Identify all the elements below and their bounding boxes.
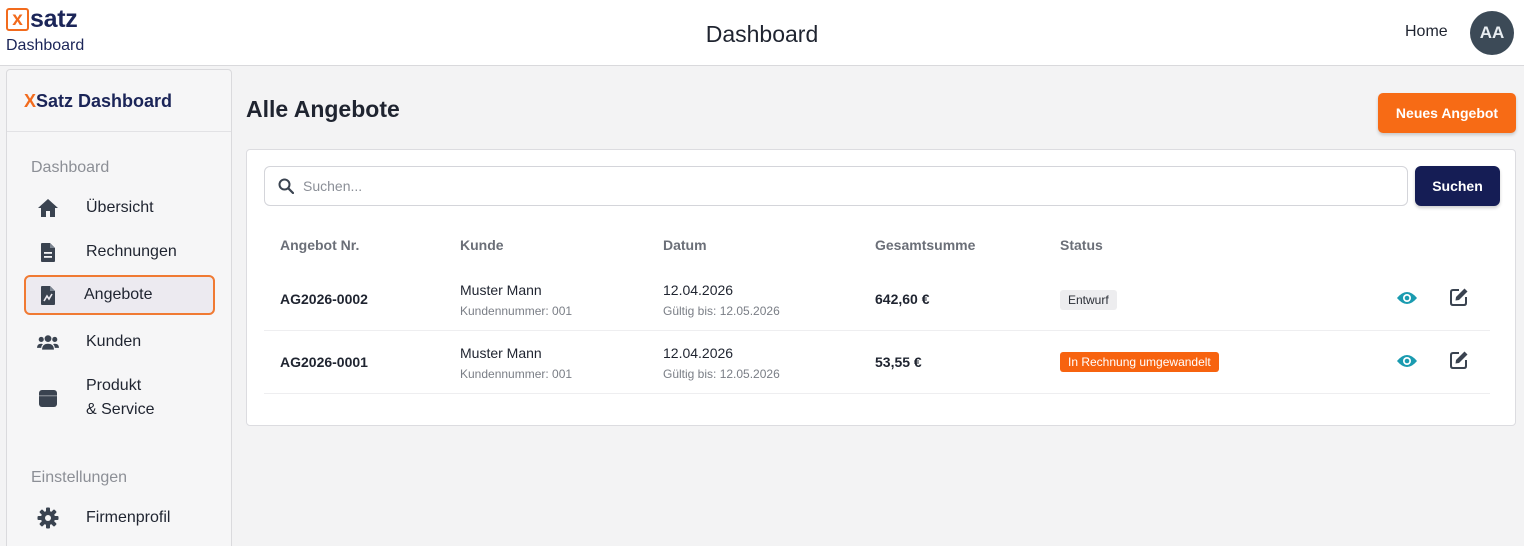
table-row[interactable]: AG2026-0002 Muster Mann Kundennummer: 00… [264,268,1490,331]
sidebar-item-produkt-service[interactable]: Produkt & Service [24,372,215,424]
offer-number: AG2026-0001 [280,354,368,370]
status-cell: In Rechnung umgewandelt [1060,352,1219,372]
sidebar-item-label: Angebote [84,286,153,303]
view-icon[interactable] [1396,350,1418,372]
customer-name: Muster Mann [460,345,542,361]
home-icon [37,197,59,219]
offers-card: Suchen Angebot Nr. Kunde Datum Gesamtsum… [246,149,1516,426]
sidebar-section-einstellungen: Einstellungen [31,469,128,486]
offer-total: 53,55 € [875,354,922,370]
sidebar: XSatz Dashboard Dashboard Übersicht Rech… [6,69,232,546]
new-offer-button[interactable]: Neues Angebot [1378,93,1516,133]
sidebar-item-label: Rechnungen [86,243,177,260]
offer-date: 12.04.2026 [663,345,734,361]
column-header-gesamtsumme: Gesamtsumme [875,237,976,253]
avatar[interactable]: AA [1470,11,1514,55]
status-badge: In Rechnung umgewandelt [1060,352,1219,372]
customer-name: Muster Mann [460,282,542,298]
date-cell: 12.04.2026 Gültig bis: 12.05.2026 [663,345,780,381]
valid-until: Gültig bis: 12.05.2026 [663,367,780,381]
sidebar-item-label: Produkt [86,377,142,394]
sidebar-item-firmenprofil[interactable]: Firmenprofil [24,498,215,538]
valid-until: Gültig bis: 12.05.2026 [663,304,780,318]
column-header-angebot-nr: Angebot Nr. [280,237,360,253]
sidebar-item-angebote[interactable]: Angebote [24,275,215,315]
sidebar-brand-text: Satz Dashboard [36,91,173,111]
sidebar-item-label: Kunden [86,333,142,350]
edit-icon[interactable] [1448,349,1470,371]
box-icon [37,387,59,409]
file-icon [37,241,59,263]
header-title: Dashboard [705,21,819,47]
customer-number: Kundennummer: 001 [460,367,573,381]
customer-cell: Muster Mann Kundennummer: 001 [460,345,572,381]
status-badge: Entwurf [1060,290,1117,310]
date-cell: 12.04.2026 Gültig bis: 12.05.2026 [663,282,780,318]
offer-number: AG2026-0002 [280,291,368,307]
search-input[interactable] [303,178,1383,194]
search-box[interactable] [264,166,1408,206]
offer-date: 12.04.2026 [663,282,734,298]
sidebar-item-label-line2: & Service [86,401,155,418]
edit-icon[interactable] [1448,286,1470,308]
sidebar-section-dashboard: Dashboard [31,159,110,176]
column-header-status: Status [1060,237,1103,253]
search-icon [278,178,294,194]
sidebar-brand: XSatz Dashboard [7,70,231,132]
sidebar-item-uebersicht[interactable]: Übersicht [24,188,215,228]
customer-number: Kundennummer: 001 [460,304,573,318]
users-icon [37,331,59,353]
table-row[interactable]: AG2026-0001 Muster Mann Kundennummer: 00… [264,331,1490,394]
home-link[interactable]: Home [1405,23,1448,41]
file-invoice-icon [37,284,59,306]
view-icon[interactable] [1396,287,1418,309]
sidebar-item-label-group: Produkt & Service [86,374,154,422]
column-header-datum: Datum [663,237,707,253]
customer-cell: Muster Mann Kundennummer: 001 [460,282,572,318]
status-cell: Entwurf [1060,290,1117,310]
offer-total: 642,60 € [875,291,930,307]
sidebar-item-label: Firmenprofil [86,509,171,526]
sidebar-item-label: Übersicht [86,199,154,216]
column-header-kunde: Kunde [460,237,504,253]
gear-icon [37,507,59,529]
sidebar-item-rechnungen[interactable]: Rechnungen [24,232,215,272]
search-button[interactable]: Suchen [1415,166,1500,206]
top-bar: x satz Dashboard Dashboard Home AA [0,0,1524,66]
page-title: Alle Angebote [246,96,400,122]
sidebar-item-kunden[interactable]: Kunden [24,322,215,362]
sidebar-brand-x: X [24,91,37,111]
